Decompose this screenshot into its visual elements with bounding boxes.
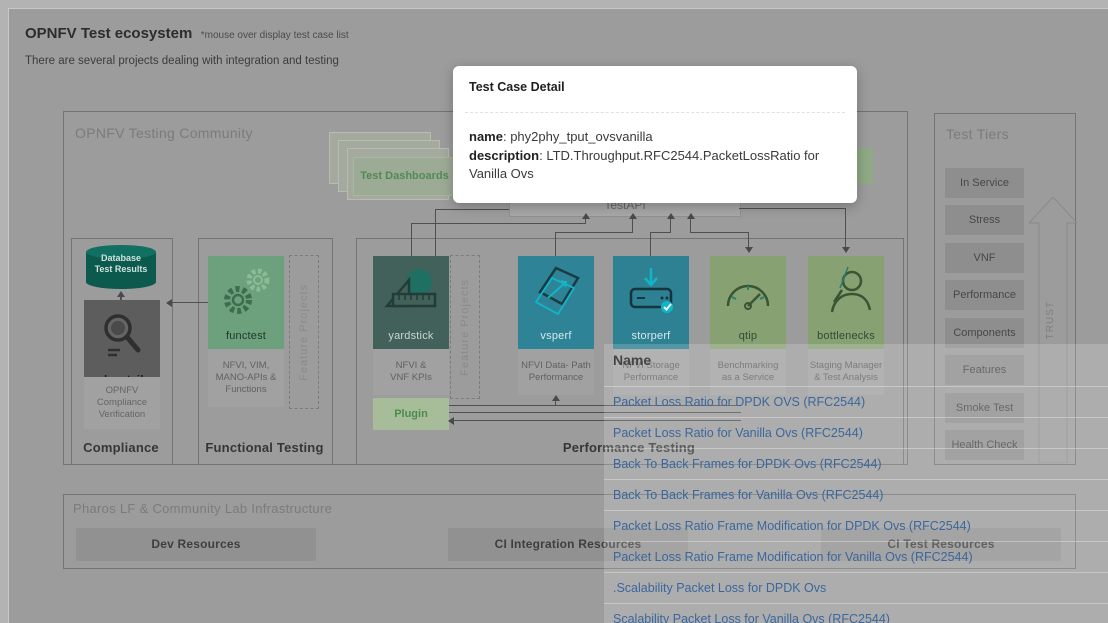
database-label: Database Test Results (85, 253, 157, 275)
paper-plane-icon (528, 264, 584, 318)
plugin-vsperf-arrow (552, 395, 560, 401)
popup-divider (465, 112, 845, 113)
test-case-list-panel: Name Packet Loss Ratio for DPDK OVS (RFC… (604, 344, 1108, 623)
popup-description-label: description (469, 148, 539, 163)
test-case-row[interactable]: Back To Back Frames for Vanilla Ovs (RFC… (604, 479, 1108, 510)
page-title: OPNFV Test ecosystem (25, 25, 192, 42)
testapi-arrow-3 (667, 213, 675, 219)
test-case-link[interactable]: Back To Back Frames for Vanilla Ovs (RFC… (613, 488, 883, 502)
test-dashboards-card[interactable]: Test Dashboards (353, 157, 456, 196)
functest-testapi-line-h (435, 209, 509, 210)
bottlenecks-line-h (739, 208, 846, 209)
pharos-button-dev-resources[interactable]: Dev Resources (76, 528, 316, 561)
functest-compliance-line (171, 302, 208, 303)
test-case-rows: Packet Loss Ratio for DPDK OVS (RFC2544)… (604, 386, 1108, 623)
test-case-link[interactable]: Packet Loss Ratio Frame Modification for… (613, 550, 973, 564)
functest-description: NFVI, VIM, MANO-APIs & Functions (208, 349, 284, 407)
popup-title: Test Case Detail (469, 80, 565, 94)
project-label-storperf: storperf (613, 330, 689, 342)
page-title-note: *mouse over display test case list (201, 30, 349, 41)
opnfv-test-ecosystem-page: OPNFV Test ecosystem *mouse over display… (0, 0, 1108, 623)
yardstick-testapi-line-h (411, 223, 586, 224)
project-tile-storperf[interactable]: storperf (613, 256, 689, 349)
arrow-stem-1 (585, 219, 586, 224)
project-label-bottlenecks: bottlenecks (808, 330, 884, 342)
project-tile-yardstick[interactable]: yardstick (373, 256, 449, 349)
project-tile-vsperf[interactable]: vsperf (518, 256, 594, 349)
yardstick-description: NFVI & VNF KPIs (373, 349, 449, 395)
page-header: OPNFV Test ecosystem *mouse over display… (25, 25, 349, 43)
tier-button-stress[interactable]: Stress (945, 205, 1024, 235)
qtip-arrow-down (745, 247, 753, 253)
project-label-vsperf: vsperf (518, 330, 594, 342)
project-tile-qtip[interactable]: qtip (710, 256, 786, 349)
test-case-link[interactable]: Packet Loss Ratio for Vanilla Ovs (RFC25… (613, 426, 863, 440)
project-label-yardstick: yardstick (373, 330, 449, 342)
ruler-icon (383, 264, 439, 318)
gauge-icon (720, 264, 776, 318)
compliance-section-label: Compliance (71, 440, 171, 455)
test-case-link[interactable]: Back To Back Frames for DPDK Ovs (RFC254… (613, 457, 882, 471)
functest-testapi-line-v (435, 209, 436, 256)
pharos-title: Pharos LF & Community Lab Infrastructure (73, 501, 332, 516)
yardstick-testapi-line-v (411, 223, 412, 256)
test-tiers-title: Test Tiers (946, 126, 1009, 142)
functional-section-label: Functional Testing (198, 440, 331, 455)
functest-compliance-arrow (166, 299, 172, 307)
performance-feature-projects-label: Feature Projects (459, 279, 471, 376)
test-case-row[interactable]: Packet Loss Ratio for DPDK OVS (RFC2544) (604, 386, 1108, 417)
testapi-arrow-2 (629, 213, 637, 219)
storage-download-icon (623, 264, 679, 318)
tier-button-vnf[interactable]: VNF (945, 243, 1024, 273)
test-case-link[interactable]: Packet Loss Ratio Frame Modification for… (613, 519, 971, 533)
project-label-functest: functest (208, 330, 284, 342)
test-case-detail-popup: Test Case Detail name: phy2phy_tput_ovsv… (453, 66, 857, 203)
test-case-link[interactable]: .Scalability Packet Loss for DPDK Ovs (613, 581, 826, 595)
plugin-return-arrow (448, 417, 454, 425)
popup-body: name: phy2phy_tput_ovsvanilla descriptio… (469, 128, 843, 184)
arrow-stem-4 (690, 219, 691, 233)
project-tile-bottlenecks[interactable]: bottlenecks (808, 256, 884, 349)
project-tile-functest[interactable]: functest (208, 256, 284, 349)
test-case-row[interactable]: Back To Back Frames for DPDK Ovs (RFC254… (604, 448, 1108, 479)
dovetail-description: OPNFV Compliance Verification (84, 377, 160, 429)
vsperf-description: NFVI Data- Path Performance (518, 349, 594, 395)
qtip-line-v (748, 232, 749, 247)
testapi-arrow-4 (687, 213, 695, 219)
popup-name-value: phy2phy_tput_ovsvanilla (510, 129, 652, 144)
test-case-link[interactable]: Packet Loss Ratio for DPDK OVS (RFC2544) (613, 395, 865, 409)
test-case-row[interactable]: Scalability Packet Loss for Vanilla Ovs … (604, 603, 1108, 623)
person-icon (818, 264, 874, 318)
plugin-box[interactable]: Plugin (373, 398, 449, 430)
vsperf-testapi-line-v (555, 232, 556, 256)
tier-button-performance[interactable]: Performance (945, 280, 1024, 310)
functional-feature-projects-box: Feature Projects (289, 255, 319, 409)
trust-label: TRUST (1045, 301, 1056, 344)
performance-feature-projects-box: Feature Projects (450, 255, 480, 399)
dovetail-to-db-arrow (117, 291, 125, 297)
arrow-stem-3 (670, 219, 671, 233)
tier-button-in-service[interactable]: In Service (945, 168, 1024, 198)
magnifier-icon (94, 308, 150, 360)
testapi-arrow-1 (582, 213, 590, 219)
testing-community-title: OPNFV Testing Community (75, 125, 253, 141)
bottlenecks-line-v (845, 208, 846, 247)
arrow-stem-2 (632, 219, 633, 233)
page-subtitle: There are several projects dealing with … (25, 55, 339, 67)
functional-feature-projects-label: Feature Projects (298, 284, 310, 381)
bottlenecks-arrow-down (842, 247, 850, 253)
storperf-testapi-line-h (650, 232, 671, 233)
project-label-qtip: qtip (710, 330, 786, 342)
test-case-list-header: Name (613, 352, 651, 368)
test-case-link[interactable]: Scalability Packet Loss for Vanilla Ovs … (613, 612, 890, 623)
storperf-testapi-line-v (650, 232, 651, 256)
gears-icon (218, 264, 274, 318)
test-case-row[interactable]: .Scalability Packet Loss for DPDK Ovs (604, 572, 1108, 603)
test-case-row[interactable]: Packet Loss Ratio Frame Modification for… (604, 510, 1108, 541)
popup-name-label: name (469, 129, 503, 144)
test-case-row[interactable]: Packet Loss Ratio for Vanilla Ovs (RFC25… (604, 417, 1108, 448)
qtip-line-h (690, 232, 748, 233)
vsperf-testapi-line-h (555, 232, 633, 233)
test-case-row[interactable]: Packet Loss Ratio Frame Modification for… (604, 541, 1108, 572)
